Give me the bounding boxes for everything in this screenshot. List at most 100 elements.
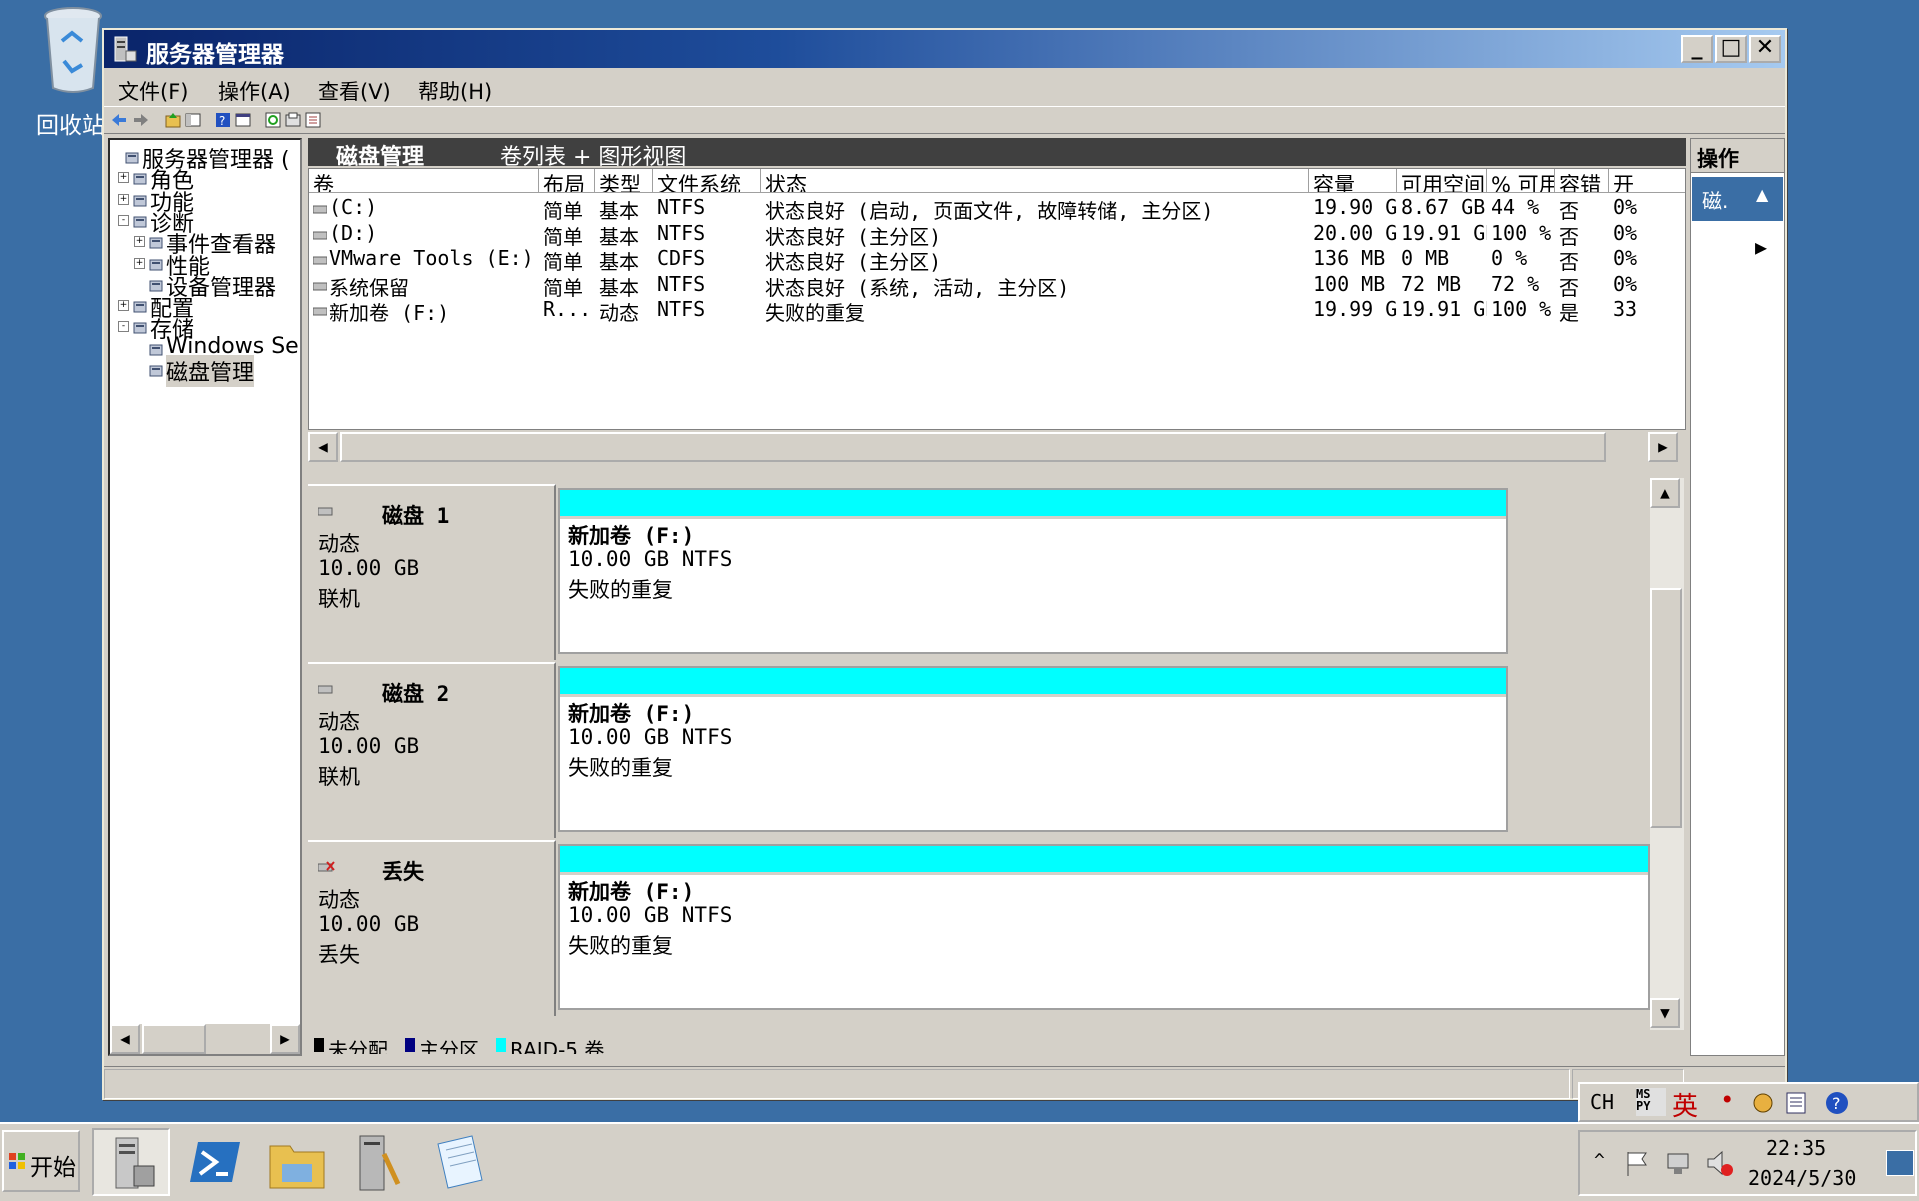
forward-arrow-icon[interactable] (132, 111, 150, 129)
minimize-button[interactable]: _ (1681, 35, 1713, 63)
properties-icon[interactable] (234, 111, 252, 129)
pane-header: 磁盘管理 卷列表 + 图形视图 (308, 138, 1686, 170)
pane-title: 磁盘管理 (336, 145, 425, 170)
taskbar-explorer[interactable] (258, 1128, 336, 1196)
scroll-left-button[interactable]: ◀ (308, 432, 338, 462)
vertical-scrollbar[interactable]: ▲ ▼ (1650, 478, 1684, 1030)
ime-mode-indicator[interactable]: 英 (1672, 1086, 1698, 1123)
server-manager-window: 服务器管理器 _ □ ✕ 文件(F) 操作(A) 查看(V) 帮助(H) ? 服… (102, 28, 1787, 1100)
tree-expander-icon[interactable]: - (118, 321, 129, 333)
volume-block[interactable]: 新加卷 (F:) 10.00 GB NTFS 失败的重复 (558, 666, 1508, 832)
network-icon[interactable] (1664, 1148, 1694, 1178)
scroll-down-button[interactable]: ▼ (1650, 998, 1680, 1028)
volume-block[interactable]: 新加卷 (F:) 10.00 GB NTFS 失败的重复 (558, 844, 1650, 1010)
language-indicator[interactable]: CH (1590, 1090, 1614, 1114)
table-row[interactable]: (C:) 简单 基本 NTFS 状态良好 (启动, 页面文件, 故障转储, 主分区) 19… (309, 195, 1685, 223)
tree-expander-icon[interactable]: + (118, 300, 129, 312)
tree-expander-icon[interactable]: - (118, 214, 129, 226)
volume-size: 10.00 GB NTFS (568, 547, 733, 571)
table-cell: 0% (1613, 195, 1638, 219)
table-cell: 新加卷 (F:) (329, 301, 450, 325)
ime-icon[interactable]: MS PY (1636, 1088, 1666, 1116)
table-row[interactable]: (D:)简单基本NTFS状态良好 (主分区)20.00 GB19.91 GB10… (309, 220, 1685, 249)
horizontal-scroll-thumb[interactable] (142, 1024, 206, 1054)
table-cell: 0 % (1491, 246, 1528, 270)
title-bar[interactable]: 服务器管理器 _ □ ✕ (104, 30, 1785, 68)
show-hidden-icons-icon[interactable]: ^ (1594, 1150, 1605, 1171)
taskbar-powershell[interactable] (176, 1128, 254, 1196)
table-cell: 44 % (1491, 195, 1540, 219)
refresh-icon[interactable] (264, 111, 282, 129)
show-hide-tree-icon[interactable] (184, 111, 202, 129)
horizontal-scroll-thumb[interactable] (340, 432, 1606, 462)
ime-pad-icon[interactable] (1784, 1090, 1810, 1116)
column-header[interactable]: 可用空间 (1397, 169, 1487, 193)
tree-expander-icon[interactable]: + (118, 172, 129, 184)
column-header[interactable]: 文件系统 (653, 169, 761, 193)
help-icon[interactable]: ? (1824, 1090, 1850, 1116)
up-folder-icon[interactable] (164, 111, 182, 129)
volume-name: 新加卷 (F:) (568, 702, 695, 726)
scroll-right-button[interactable]: ▶ (1648, 432, 1678, 462)
table-cell: 19.90 GB (1313, 195, 1397, 219)
menu-action[interactable]: 操作(A) (218, 76, 291, 106)
menu-help[interactable]: 帮助(H) (418, 76, 492, 106)
table-cell: 100 % (1491, 297, 1552, 321)
maximize-button[interactable]: □ (1715, 35, 1747, 63)
table-row[interactable]: 新加卷 (F:) R... 动态 NTFS 失败的重复 19.99 GB19.91 GB1… (309, 297, 1685, 325)
disk-info-panel[interactable]: 磁盘 1 动态 10.00 GB 联机 (308, 484, 556, 660)
table-row[interactable]: 系统保留 简单 基本 NTFS 状态良好 (系统, 活动, 主分区) 100 MB 72 M… (309, 272, 1685, 300)
recycle-bin-icon (44, 7, 102, 93)
column-header[interactable]: 布局 (539, 169, 595, 193)
disk-info-panel[interactable]: 磁盘 2 动态 10.00 GB 联机 (308, 662, 556, 838)
scroll-right-button[interactable]: ▶ (270, 1024, 300, 1054)
taskbar-server-manager[interactable] (92, 1128, 170, 1196)
column-header[interactable]: 卷 (309, 169, 539, 193)
table-cell: VMware Tools (E:) (329, 246, 534, 270)
volume-name: 新加卷 (F:) (568, 880, 695, 904)
clock-time[interactable]: 22:35 (1766, 1136, 1826, 1160)
back-arrow-icon[interactable] (110, 111, 128, 129)
column-header[interactable]: 类型 (595, 169, 653, 193)
tree-expander-icon[interactable]: + (118, 193, 129, 205)
table-cell: 19.99 GB (1313, 297, 1397, 321)
legend-swatch (496, 1038, 506, 1052)
actions-group-disk[interactable]: 磁. ▲ (1692, 177, 1783, 221)
export-list-icon[interactable] (284, 111, 302, 129)
column-header[interactable]: 容错 (1555, 169, 1609, 193)
settings-icon[interactable] (304, 111, 322, 129)
tree-expander-icon[interactable]: + (134, 236, 145, 248)
menu-file[interactable]: 文件(F) (118, 76, 188, 106)
menu-view[interactable]: 查看(V) (318, 76, 391, 106)
tree-node-icon (132, 168, 148, 185)
disk-info-panel[interactable]: 丢失 动态 10.00 GB 丢失 (308, 840, 556, 1016)
ime-settings-icon[interactable] (1750, 1090, 1776, 1116)
horizontal-scrollbar[interactable]: ◀ ▶ (308, 430, 1686, 464)
column-header[interactable]: 容量 (1309, 169, 1397, 193)
volume-muted-icon[interactable] (1704, 1148, 1734, 1178)
column-header[interactable]: % 可用 (1487, 169, 1555, 193)
column-header[interactable]: 状态 (761, 169, 1309, 193)
vertical-scroll-thumb[interactable] (1650, 588, 1682, 828)
more-actions-arrow-icon[interactable]: ▶ (1755, 235, 1767, 259)
show-desktop-button[interactable] (1886, 1150, 1914, 1176)
punctuation-icon[interactable]: • (1720, 1086, 1734, 1114)
taskbar-admin-tools[interactable] (340, 1128, 418, 1196)
action-center-flag-icon[interactable] (1622, 1148, 1652, 1178)
start-button[interactable]: 开始 (2, 1130, 80, 1192)
scroll-left-button[interactable]: ◀ (110, 1024, 140, 1054)
tree-expander-icon[interactable]: + (134, 257, 145, 269)
column-header[interactable]: 开 (1609, 169, 1685, 193)
tree-horizontal-scrollbar[interactable]: ◀ ▶ (110, 1024, 300, 1054)
table-cell: 20.00 GB (1313, 220, 1397, 245)
collapse-up-icon[interactable]: ▲ (1756, 185, 1768, 204)
help-icon[interactable]: ? (214, 111, 232, 129)
actions-group-label: 磁. (1702, 189, 1729, 213)
volume-block[interactable]: 新加卷 (F:) 10.00 GB NTFS 失败的重复 (558, 488, 1508, 654)
scroll-up-button[interactable]: ▲ (1650, 478, 1680, 508)
language-bar[interactable]: CH MS PY 英 • ? (1578, 1082, 1919, 1122)
clock-date[interactable]: 2024/5/30 (1748, 1166, 1856, 1190)
close-button[interactable]: ✕ (1749, 35, 1781, 63)
table-row[interactable]: VMware Tools (E:) 简单 基本 CDFS 状态良好 (主分区) 136 M… (309, 246, 1685, 274)
taskbar-notepad[interactable] (422, 1128, 500, 1196)
